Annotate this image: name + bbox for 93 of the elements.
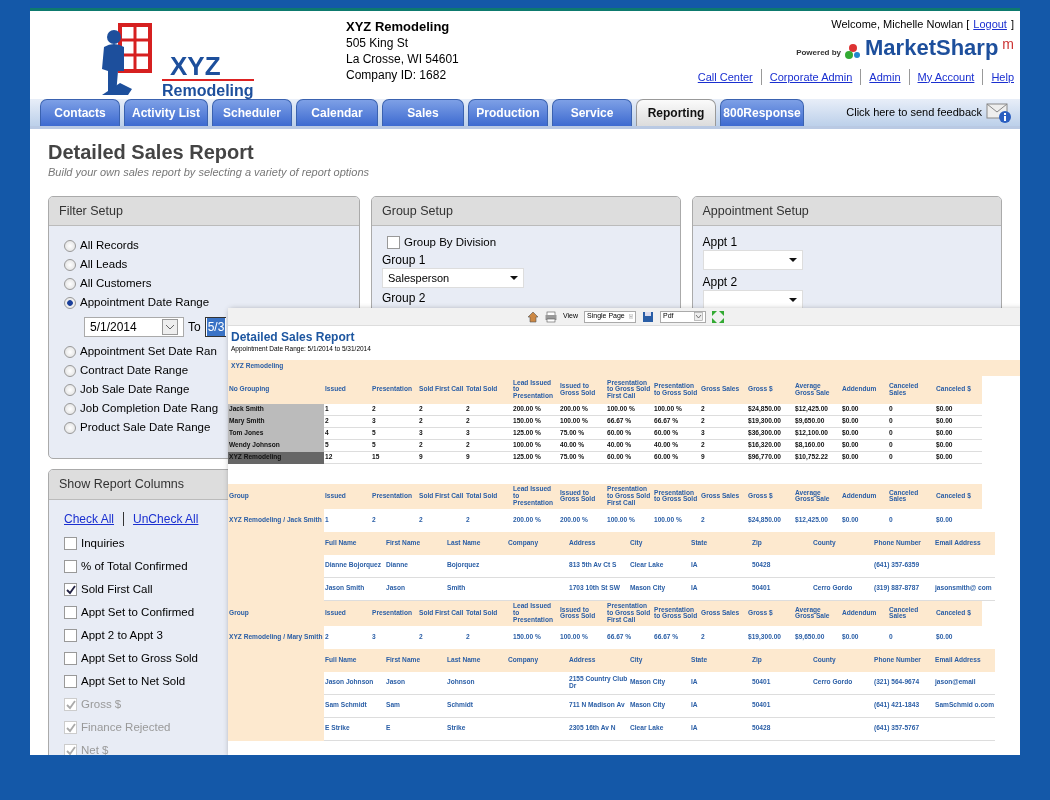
checkbox-label: Appt Set to Net Sold	[81, 673, 186, 689]
feedback-link[interactable]: Click here to send feedback	[846, 104, 982, 121]
checkbox[interactable]	[64, 537, 77, 550]
checkbox-label: Group By Division	[404, 235, 497, 251]
radio-button[interactable]	[64, 364, 76, 377]
uncheck-all-link[interactable]: UnCheck All	[133, 510, 199, 528]
printer-icon	[544, 310, 557, 323]
logo-text: XYZ	[170, 53, 222, 79]
radio-label: Appointment Date Range	[80, 295, 210, 311]
fullscreen-icon	[712, 310, 724, 323]
checkbox-label: % of Total Confirmed	[81, 558, 188, 574]
checkbox[interactable]	[64, 560, 77, 573]
panel-title: Appointment Setup	[692, 196, 1001, 227]
nav-tab[interactable]: Service	[552, 99, 632, 126]
radio-label: Appointment Set Date Ran	[80, 344, 217, 360]
radio-button[interactable]	[64, 258, 76, 271]
select-field[interactable]	[702, 290, 803, 311]
caret-icon	[510, 276, 518, 281]
dropdown-icon	[628, 312, 633, 321]
dropdown-icon	[162, 319, 178, 336]
welcome-text: Welcome, Michelle Nowlan [	[831, 17, 970, 32]
radio-button[interactable]	[64, 402, 76, 415]
nav-tab[interactable]: Production	[468, 99, 548, 126]
radio-button[interactable]	[64, 277, 76, 290]
checkbox[interactable]	[64, 675, 77, 688]
checkbox[interactable]	[387, 236, 400, 250]
nav-tab[interactable]: Activity List	[124, 99, 208, 126]
radio-button[interactable]	[64, 239, 76, 252]
nav-tab[interactable]: Reporting	[636, 99, 716, 126]
checkbox[interactable]	[64, 583, 77, 596]
company-name: XYZ Remodeling	[346, 19, 451, 35]
checkbox[interactable]	[64, 652, 77, 665]
bracket-text: ]	[1010, 17, 1014, 32]
header-link[interactable]: Corporate Admin	[760, 68, 861, 85]
checkbox-label: Sold First Call	[81, 581, 153, 597]
nav-tab[interactable]: Scheduler	[212, 99, 292, 126]
radio-button[interactable]	[64, 383, 76, 396]
nav-tab[interactable]: Calendar	[296, 99, 378, 126]
company-address: 505 King St	[346, 35, 410, 51]
date-field[interactable]: 5/1/2014	[84, 317, 184, 338]
logout-link[interactable]: Logout	[973, 16, 1007, 33]
checkbox-label: Appt Set to Gross Sold	[81, 650, 198, 666]
field-label: Group 1	[382, 252, 427, 269]
radio-button[interactable]	[64, 421, 76, 434]
checkbox-label: Inquiries	[81, 535, 125, 551]
checkbox-label: Appt Set to Confirmed	[81, 604, 195, 620]
home-icon	[526, 310, 539, 323]
panel-title: Filter Setup	[49, 196, 359, 227]
to-label: To	[188, 319, 201, 337]
checkbox[interactable]	[64, 629, 77, 642]
radio-button[interactable]	[64, 345, 76, 358]
nav-tab[interactable]: Contacts	[40, 99, 120, 126]
radio-label: All Leads	[80, 257, 128, 273]
page-title: Detailed Sales Report	[48, 141, 255, 164]
company-address: La Crosse, WI 54601	[346, 51, 459, 67]
select-field[interactable]	[702, 250, 803, 271]
nav-tab[interactable]: 800Response	[720, 99, 804, 126]
report-title: Detailed Sales Report	[231, 331, 356, 345]
dropdown-icon	[694, 312, 703, 321]
caret-icon	[788, 258, 797, 263]
header-link[interactable]: Help	[982, 68, 1014, 85]
save-icon	[642, 310, 654, 323]
brand-name: MarketSharp	[865, 36, 999, 59]
radio-label: Product Sale Date Range	[80, 420, 211, 436]
panel-title: Group Setup	[372, 196, 680, 227]
dots-icon	[845, 42, 862, 59]
feedback-envelope-icon	[986, 101, 1012, 124]
radio-label: Job Sale Date Range	[80, 382, 190, 398]
header-link[interactable]: Admin	[860, 68, 909, 85]
page-subtitle: Build your own sales report by selecting a variety of report options	[48, 165, 370, 180]
checkbox-label: Gross $	[81, 696, 122, 712]
radio-label: Job Completion Date Rang	[80, 401, 219, 417]
header-link[interactable]: Call Center	[689, 68, 761, 85]
radio-label: All Records	[80, 238, 139, 254]
nav-tab[interactable]: Sales	[382, 99, 464, 126]
brand-mark: m	[1002, 36, 1014, 51]
powered-by-text: Powered by	[796, 46, 842, 59]
field-label: Appt 1	[702, 234, 739, 251]
company-address: Company ID: 1682	[346, 67, 448, 83]
field-label: Group 2	[382, 290, 427, 307]
checkbox[interactable]	[64, 606, 77, 619]
field-label: Appt 2	[702, 274, 739, 291]
radio-button[interactable]	[64, 296, 76, 309]
header-link[interactable]: My Account	[908, 68, 983, 85]
select-field[interactable]: Salesperson	[382, 268, 524, 289]
radio-label: Contract Date Range	[80, 363, 189, 379]
date-field[interactable]: 5/3	[204, 317, 227, 338]
checkbox-label: Appt 2 to Appt 3	[81, 627, 163, 643]
radio-label: All Customers	[80, 276, 152, 292]
checkbox-label: Net $	[81, 742, 109, 755]
check-all-link[interactable]: Check All	[64, 510, 115, 528]
checkbox-label: Finance Rejected	[81, 719, 171, 735]
caret-icon	[788, 298, 797, 303]
